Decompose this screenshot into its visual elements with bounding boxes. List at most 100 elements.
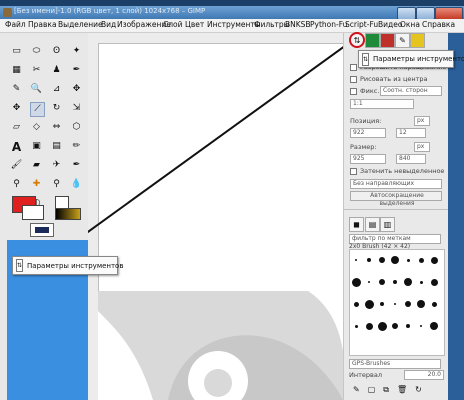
blur-icon[interactable]: 💧	[70, 178, 83, 191]
position-x-input[interactable]: 922	[350, 128, 386, 138]
undo-tab-icon[interactable]	[410, 33, 425, 48]
eraser-icon[interactable]: ▰	[30, 159, 43, 172]
brush-thumbnail[interactable]	[368, 281, 370, 283]
pencil-icon[interactable]: ✏	[70, 140, 83, 153]
menu-tools[interactable]: Инструменты	[207, 20, 261, 29]
gradient-preview[interactable]	[55, 208, 81, 220]
tool-options-tab-icon[interactable]: ⇅	[349, 32, 365, 48]
ellipse-select-icon[interactable]: ⬭	[30, 45, 43, 58]
menu-colors[interactable]: Цвет	[185, 20, 204, 29]
brush-thumbnail[interactable]	[364, 299, 374, 309]
delete-brush-icon[interactable]: 🗑	[397, 385, 407, 397]
brush-set-select[interactable]: GPS-Brushes	[349, 359, 441, 369]
brush-thumbnail[interactable]	[431, 301, 437, 307]
perspective-clone-icon[interactable]: ⚲	[50, 178, 63, 191]
heal-icon[interactable]: ✚	[30, 178, 43, 191]
color-picker-icon[interactable]: ✎	[10, 83, 23, 96]
text-icon[interactable]: A	[10, 140, 23, 153]
brush-thumbnail[interactable]	[430, 278, 438, 286]
free-select-icon[interactable]: ʘ	[50, 45, 63, 58]
ink-icon[interactable]: ✒	[70, 159, 83, 172]
brush-grid[interactable]	[349, 249, 445, 356]
gradients-tab-icon[interactable]: ▥	[380, 217, 395, 232]
brush-thumbnail[interactable]	[406, 258, 410, 262]
move-icon[interactable]: ✥	[70, 83, 83, 96]
brush-thumbnail[interactable]	[417, 300, 425, 308]
perspective-icon[interactable]: ◇	[30, 121, 43, 134]
active-image-thumbnail[interactable]	[30, 223, 54, 237]
brush-thumbnail[interactable]	[406, 324, 410, 328]
menu-windows[interactable]: Окна	[400, 20, 420, 29]
fuzzy-select-icon[interactable]: ✦	[70, 45, 83, 58]
brush-thumbnail[interactable]	[420, 325, 422, 327]
shear-icon[interactable]: ▱	[10, 121, 23, 134]
size-unit-select[interactable]: px	[414, 142, 430, 152]
fixed-mode-select[interactable]: Соотн. сторон	[380, 86, 442, 96]
size-height-input[interactable]: 840	[396, 154, 426, 164]
brush-thumbnail[interactable]	[353, 301, 359, 307]
paths-icon[interactable]: ✒	[70, 64, 83, 77]
menu-edit[interactable]: Правка	[28, 20, 57, 29]
brush-thumbnail[interactable]	[367, 258, 371, 262]
refresh-brushes-icon[interactable]: ↻	[415, 385, 422, 397]
foreground-select-icon[interactable]: ♟	[50, 64, 63, 77]
brush-thumbnail[interactable]	[354, 324, 358, 328]
patterns-tab-icon[interactable]: ▤	[365, 217, 380, 232]
brush-thumbnail[interactable]	[405, 301, 411, 307]
brush-thumbnail[interactable]	[394, 303, 396, 305]
brush-thumbnail[interactable]	[355, 259, 357, 261]
guides-select[interactable]: Без направляющих	[350, 179, 442, 189]
menu-video[interactable]: Видео	[378, 20, 402, 29]
channels-tab-icon[interactable]	[380, 33, 395, 48]
brush-thumbnail[interactable]	[419, 280, 423, 284]
menu-help[interactable]: Справка	[422, 20, 455, 29]
brush-thumbnail[interactable]	[365, 322, 373, 330]
airbrush-icon[interactable]: ✈	[50, 159, 63, 172]
highlight-option[interactable]: Затенить невыделенное	[350, 167, 444, 175]
align-icon[interactable]: ✥	[10, 102, 23, 115]
menu-view[interactable]: Вид	[101, 20, 116, 29]
brush-thumbnail[interactable]	[379, 257, 385, 263]
crop-icon[interactable]: ⟋	[30, 102, 45, 117]
size-width-input[interactable]: 925	[350, 154, 386, 164]
paintbrush-icon[interactable]: 🖌	[10, 159, 23, 172]
paths-tab-icon[interactable]: ✎	[395, 33, 410, 48]
flip-icon[interactable]: ⇔	[50, 121, 63, 134]
position-y-input[interactable]: 12	[396, 128, 426, 138]
menu-layer[interactable]: Слой	[163, 20, 183, 29]
fixed-option[interactable]: Фикс.	[350, 87, 379, 95]
color-select-icon[interactable]: ▦	[10, 64, 23, 77]
duplicate-brush-icon[interactable]: ⧉	[383, 385, 389, 397]
brush-thumbnail[interactable]	[404, 278, 412, 286]
scale-icon[interactable]: ⇲	[70, 102, 83, 115]
brush-thumbnail[interactable]	[377, 321, 387, 331]
brush-thumbnail[interactable]	[391, 256, 399, 264]
menu-script-fu[interactable]: Script-Fu	[345, 20, 378, 29]
rect-select-icon[interactable]: ▭	[10, 45, 23, 58]
brush-thumbnail[interactable]	[392, 323, 398, 329]
new-brush-icon[interactable]: ▢	[368, 385, 376, 397]
menu-python-fu[interactable]: Python-Fu	[310, 20, 347, 29]
clone-icon[interactable]: ⚲	[10, 178, 23, 191]
brush-thumbnail[interactable]	[379, 279, 385, 285]
background-color-swatch[interactable]	[22, 205, 44, 220]
window-titlebar[interactable]: [Без имени]-1.0 (RGB цвет, 1 слой) 1024x…	[0, 6, 464, 20]
brush-thumbnail[interactable]	[351, 277, 361, 287]
image-canvas[interactable]	[88, 33, 343, 400]
measure-icon[interactable]: ⊿	[50, 83, 63, 96]
brush-thumbnail[interactable]	[430, 256, 438, 264]
blend-icon[interactable]: ▤	[50, 140, 63, 153]
brushes-tab-icon[interactable]: ◼	[349, 217, 364, 232]
brush-thumbnail[interactable]	[430, 322, 438, 330]
position-unit-select[interactable]: px	[414, 116, 430, 126]
layers-tab-icon[interactable]	[365, 33, 380, 48]
scissors-icon[interactable]: ✂	[30, 64, 43, 77]
menu-bnksb[interactable]: BNKSB	[285, 20, 311, 29]
spacing-input[interactable]: 20.0	[404, 370, 444, 380]
brush-thumbnail[interactable]	[380, 302, 384, 306]
brush-thumbnail[interactable]	[418, 257, 424, 263]
brush-thumbnail[interactable]	[393, 280, 397, 284]
cage-icon[interactable]: ⬡	[70, 121, 83, 134]
bucket-fill-icon[interactable]: ▣	[30, 140, 43, 153]
menu-select[interactable]: Выделение	[58, 20, 103, 29]
